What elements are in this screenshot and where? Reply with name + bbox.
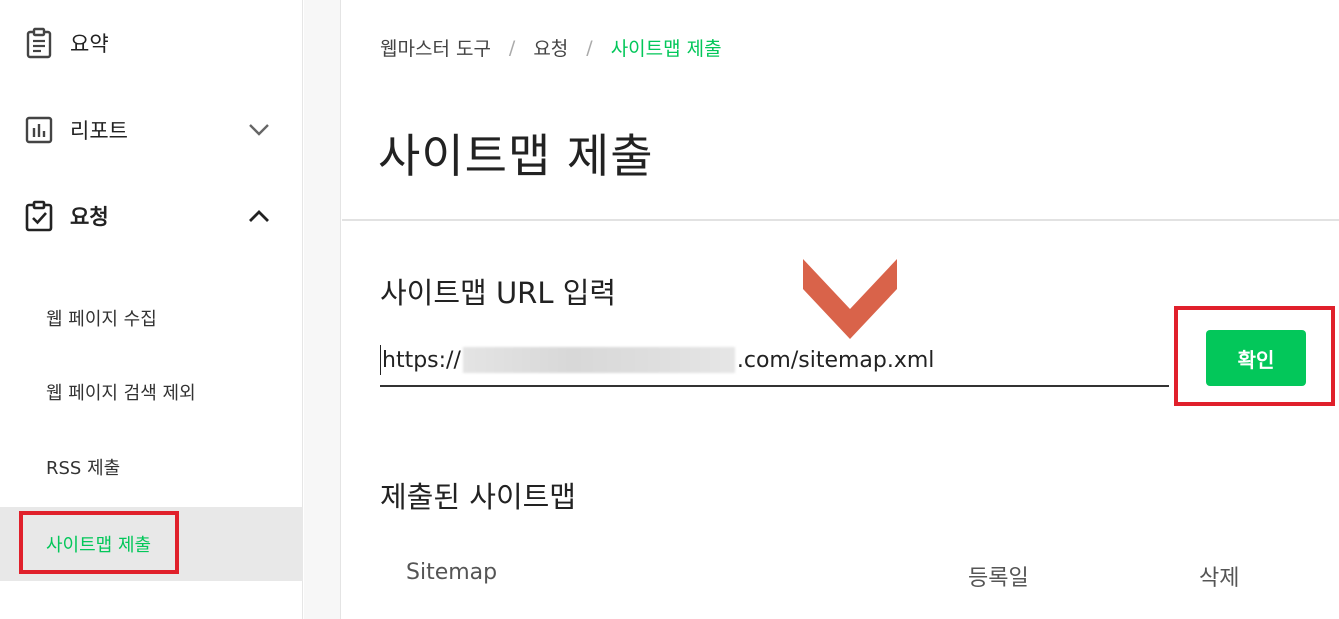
sidebar-subitem-page-crawl[interactable]: 웹 페이지 수집	[0, 281, 303, 355]
column-header-date: 등록일	[968, 566, 1029, 591]
sidebar-subitem-label: 웹 페이지 수집	[46, 309, 157, 330]
sidebar-subitem-label: 웹 페이지 검색 제외	[46, 383, 196, 404]
arrow-down-icon	[803, 259, 897, 339]
sidebar-item-report[interactable]: 리포트	[0, 100, 303, 160]
submitted-sitemaps-title: 제출된 사이트맵	[380, 480, 576, 514]
sidebar-subitem-label: 사이트맵 제출	[46, 535, 152, 556]
column-header-sitemap: Sitemap	[406, 560, 498, 585]
confirm-button[interactable]: 확인	[1206, 330, 1306, 386]
breadcrumb-separator: /	[508, 36, 516, 59]
breadcrumb: 웹마스터 도구 / 요청 / 사이트맵 제출	[380, 34, 722, 61]
chevron-up-icon[interactable]	[246, 203, 272, 229]
url-suffix: .com/sitemap.xml	[736, 347, 935, 373]
sitemap-url-label: 사이트맵 URL 입력	[380, 276, 617, 310]
sitemap-url-input[interactable]: https:// .com/sitemap.xml	[380, 335, 1169, 387]
chevron-down-icon[interactable]	[246, 117, 272, 143]
bar-chart-icon	[23, 114, 55, 146]
url-prefix: https://	[382, 347, 461, 373]
breadcrumb-root[interactable]: 웹마스터 도구	[380, 34, 491, 61]
column-header-delete: 삭제	[1199, 566, 1240, 591]
sidebar-item-label: 리포트	[70, 119, 128, 143]
sidebar-item-label: 요청	[70, 205, 109, 229]
divider	[342, 219, 1339, 221]
sidebar: 요약 리포트 요청 웹 페이지 수집 웹 페이지 검색 제외 RSS 제출 사이…	[0, 0, 303, 619]
clipboard-icon	[23, 27, 55, 59]
clipboard-check-icon	[23, 200, 55, 232]
sidebar-subitem-page-exclude[interactable]: 웹 페이지 검색 제외	[0, 355, 303, 429]
breadcrumb-separator: /	[586, 36, 593, 59]
page-title: 사이트맵 제출	[378, 129, 654, 183]
sidebar-subitem-sitemap[interactable]: 사이트맵 제출	[0, 507, 303, 581]
main-content: 웹마스터 도구 / 요청 / 사이트맵 제출 사이트맵 제출 사이트맵 URL …	[342, 0, 1339, 619]
sidebar-item-request[interactable]: 요청	[0, 186, 303, 246]
sidebar-item-summary[interactable]: 요약	[0, 13, 303, 73]
sidebar-subitem-rss[interactable]: RSS 제출	[0, 430, 303, 504]
url-redacted	[462, 347, 735, 373]
breadcrumb-current: 사이트맵 제출	[610, 38, 722, 60]
sidebar-subitem-label: RSS 제출	[46, 458, 121, 479]
breadcrumb-parent[interactable]: 요청	[533, 34, 568, 61]
text-caret	[380, 345, 381, 375]
gutter	[304, 0, 341, 619]
sidebar-item-label: 요약	[70, 32, 109, 56]
